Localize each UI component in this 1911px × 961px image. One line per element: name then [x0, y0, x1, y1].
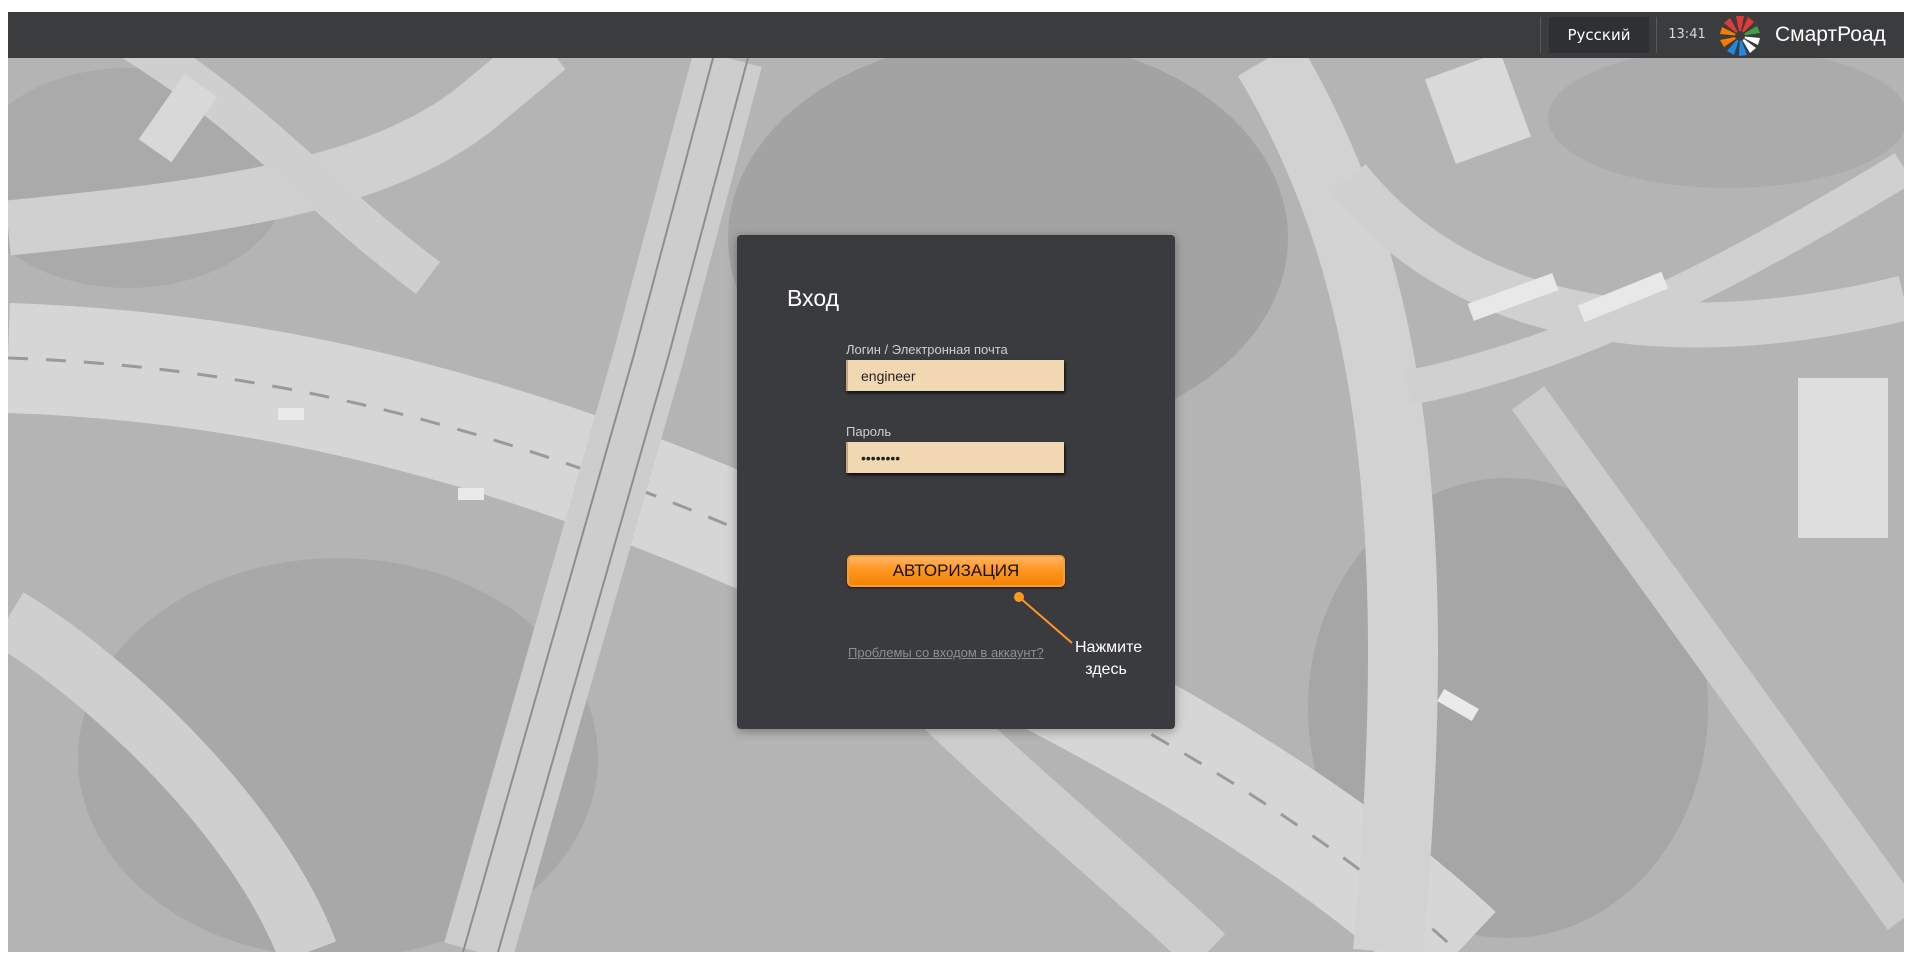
topbar-divider — [1656, 17, 1657, 53]
login-card: Вход Логин / Электронная почта Пароль АВ… — [737, 235, 1175, 729]
authorize-button[interactable]: АВТОРИЗАЦИЯ — [847, 555, 1065, 587]
login-problems-link[interactable]: Проблемы со входом в аккаунт? — [848, 645, 1044, 660]
callout-line-2: здесь — [1085, 661, 1127, 678]
topbar-divider — [1540, 17, 1541, 53]
smartroad-logo-icon — [1716, 14, 1764, 56]
password-input[interactable] — [846, 442, 1064, 473]
clock: 13:41 — [1668, 27, 1706, 42]
login-input[interactable] — [846, 360, 1064, 391]
callout-annotation: Нажмите здесь — [1075, 637, 1143, 681]
callout-line-1: Нажмите — [1075, 639, 1143, 656]
app-frame: Русский 13:41 СмартРоад Вход Логин / Эле… — [8, 12, 1904, 952]
password-field-label: Пароль — [846, 424, 892, 439]
login-field-label: Логин / Электронная почта — [846, 342, 1008, 357]
language-button[interactable]: Русский — [1549, 17, 1649, 53]
login-title: Вход — [787, 285, 840, 311]
top-bar: Русский 13:41 СмартРоад — [8, 12, 1904, 58]
brand-name: СмартРоад — [1775, 23, 1886, 46]
